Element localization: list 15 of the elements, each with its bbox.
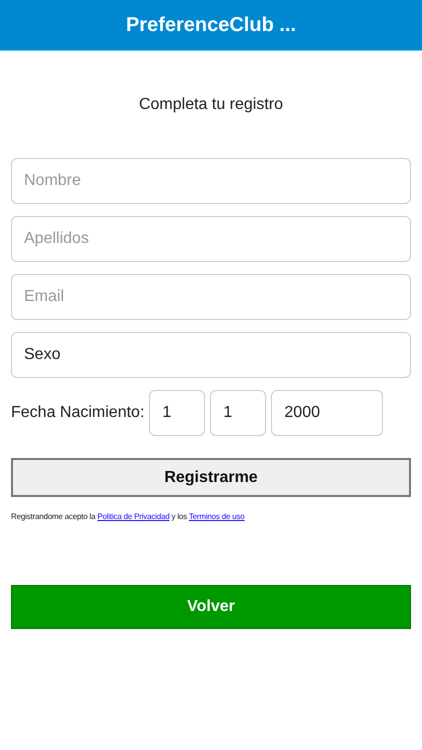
form-heading: Completa tu registro [138,96,284,114]
app-title: PreferenceClub ... [126,14,296,36]
input-field[interactable]: Email [11,274,411,320]
birth-date-label: Fecha Nacimiento: [11,404,144,422]
day-field[interactable]: 1 [149,390,206,436]
input-field[interactable]: Apellidos [11,216,411,262]
terms-link[interactable]: Terminos de uso [188,512,245,521]
year-field[interactable]: 2000 [271,390,384,436]
legal-text: Registrandome acepto la Politica de Privacidad y los Terminos de uso [11,512,246,521]
input-field[interactable]: Sexo [11,332,411,378]
back-button[interactable]: Volver [11,585,411,629]
privacy-policy-link[interactable]: Politica de Privacidad [97,512,170,521]
month-field[interactable]: 1 [210,390,266,436]
input-field[interactable]: Nombre [11,158,411,204]
register-button[interactable]: Registrarme [11,458,411,497]
